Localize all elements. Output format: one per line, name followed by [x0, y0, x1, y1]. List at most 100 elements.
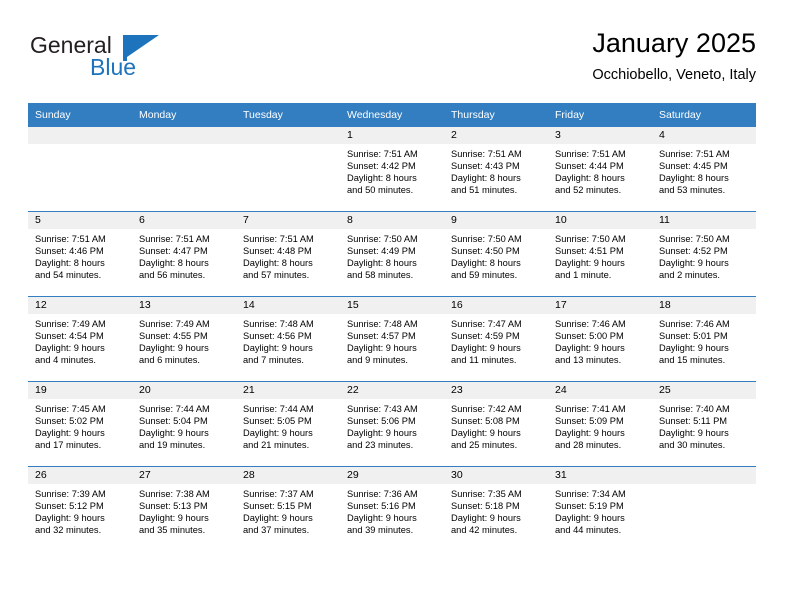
- day-cell-inner: 9 Sunrise: 7:50 AM Sunset: 4:50 PM Daylight…: [444, 212, 548, 296]
- sunrise-text: Sunrise: 7:44 AM: [139, 404, 210, 414]
- calendar-week-row: 5 Sunrise: 7:51 AM Sunset: 4:46 PM Daylight…: [28, 211, 756, 297]
- calendar-day-cell[interactable]: [652, 466, 756, 551]
- sunrise-text: Sunrise: 7:51 AM: [243, 234, 314, 244]
- day-cell-inner: 19 Sunrise: 7:45 AM Sunset: 5:02 PM Dayligh…: [28, 382, 132, 466]
- sunset-text: Sunset: 4:57 PM: [347, 331, 416, 342]
- daylight-text-line2: and 7 minutes.: [243, 355, 304, 366]
- calendar-day-cell[interactable]: [132, 126, 236, 212]
- calendar-page: General Blue January 2025 Occhiobello, V…: [0, 0, 792, 612]
- day-cell-inner: [132, 127, 236, 211]
- daylight-text-line2: and 50 minutes.: [347, 185, 414, 196]
- calendar-week-row: 19 Sunrise: 7:45 AM Sunset: 5:02 PM Dayligh…: [28, 381, 756, 467]
- calendar-day-cell[interactable]: 28 Sunrise: 7:37 AM Sunset: 5:15 PM Dayligh…: [236, 466, 340, 551]
- calendar-day-cell[interactable]: [28, 126, 132, 212]
- day-number: 26: [28, 467, 132, 484]
- sunset-text: Sunset: 5:01 PM: [659, 331, 728, 342]
- sunset-text: Sunset: 5:11 PM: [659, 416, 728, 427]
- day-cell-inner: 1 Sunrise: 7:51 AM Sunset: 4:42 PM Daylight…: [340, 127, 444, 211]
- calendar-day-cell[interactable]: 13 Sunrise: 7:49 AM Sunset: 4:55 PM Dayligh…: [132, 296, 236, 382]
- day-number: 4: [652, 127, 756, 144]
- calendar-day-cell[interactable]: 8 Sunrise: 7:50 AM Sunset: 4:49 PM Daylight…: [340, 211, 444, 297]
- calendar-day-cell[interactable]: 26 Sunrise: 7:39 AM Sunset: 5:12 PM Dayligh…: [28, 466, 132, 551]
- sunset-text: Sunset: 5:16 PM: [347, 501, 416, 512]
- calendar-day-cell[interactable]: 24 Sunrise: 7:41 AM Sunset: 5:09 PM Dayligh…: [548, 381, 652, 467]
- day-number: 3: [548, 127, 652, 144]
- daylight-text-line1: Daylight: 9 hours: [451, 513, 521, 524]
- day-number: 22: [340, 382, 444, 399]
- day-number: 7: [236, 212, 340, 229]
- day-details: Sunrise: 7:44 AM Sunset: 5:05 PM Daylight:…: [236, 399, 340, 451]
- sunrise-text: Sunrise: 7:38 AM: [139, 489, 210, 499]
- day-number: 14: [236, 297, 340, 314]
- day-details: Sunrise: 7:36 AM Sunset: 5:16 PM Daylight:…: [340, 484, 444, 536]
- sunset-text: Sunset: 5:09 PM: [555, 416, 624, 427]
- calendar-day-cell[interactable]: 15 Sunrise: 7:48 AM Sunset: 4:57 PM Dayligh…: [340, 296, 444, 382]
- day-number: 20: [132, 382, 236, 399]
- calendar-day-cell[interactable]: 16 Sunrise: 7:47 AM Sunset: 4:59 PM Dayligh…: [444, 296, 548, 382]
- calendar-day-cell[interactable]: 20 Sunrise: 7:44 AM Sunset: 5:04 PM Dayligh…: [132, 381, 236, 467]
- calendar-day-cell[interactable]: 23 Sunrise: 7:42 AM Sunset: 5:08 PM Dayligh…: [444, 381, 548, 467]
- calendar-day-cell[interactable]: 4 Sunrise: 7:51 AM Sunset: 4:45 PM Daylight…: [652, 126, 756, 212]
- day-details: Sunrise: 7:35 AM Sunset: 5:18 PM Daylight:…: [444, 484, 548, 536]
- calendar-day-cell[interactable]: 25 Sunrise: 7:40 AM Sunset: 5:11 PM Dayligh…: [652, 381, 756, 467]
- calendar-day-cell[interactable]: 10 Sunrise: 7:50 AM Sunset: 4:51 PM Dayligh…: [548, 211, 652, 297]
- day-details: Sunrise: 7:44 AM Sunset: 5:04 PM Daylight:…: [132, 399, 236, 451]
- day-details: Sunrise: 7:50 AM Sunset: 4:51 PM Daylight:…: [548, 229, 652, 281]
- calendar-day-cell[interactable]: 31 Sunrise: 7:34 AM Sunset: 5:19 PM Dayligh…: [548, 466, 652, 551]
- sunrise-text: Sunrise: 7:51 AM: [347, 149, 418, 159]
- sunset-text: Sunset: 4:59 PM: [451, 331, 520, 342]
- calendar-day-cell[interactable]: 6 Sunrise: 7:51 AM Sunset: 4:47 PM Daylight…: [132, 211, 236, 297]
- sunrise-text: Sunrise: 7:42 AM: [451, 404, 522, 414]
- day-cell-inner: 31 Sunrise: 7:34 AM Sunset: 5:19 PM Dayligh…: [548, 467, 652, 551]
- daylight-text-line2: and 54 minutes.: [35, 270, 102, 281]
- calendar-day-cell[interactable]: 11 Sunrise: 7:50 AM Sunset: 4:52 PM Dayligh…: [652, 211, 756, 297]
- daylight-text-line1: Daylight: 8 hours: [347, 173, 417, 184]
- calendar-day-cell[interactable]: 1 Sunrise: 7:51 AM Sunset: 4:42 PM Daylight…: [340, 126, 444, 212]
- day-cell-inner: 13 Sunrise: 7:49 AM Sunset: 4:55 PM Dayligh…: [132, 297, 236, 381]
- calendar-day-cell[interactable]: 29 Sunrise: 7:36 AM Sunset: 5:16 PM Dayligh…: [340, 466, 444, 551]
- day-details: Sunrise: 7:46 AM Sunset: 5:00 PM Daylight:…: [548, 314, 652, 366]
- daylight-text-line2: and 21 minutes.: [243, 440, 310, 451]
- calendar-day-cell[interactable]: 2 Sunrise: 7:51 AM Sunset: 4:43 PM Daylight…: [444, 126, 548, 212]
- day-cell-inner: 24 Sunrise: 7:41 AM Sunset: 5:09 PM Dayligh…: [548, 382, 652, 466]
- sunrise-text: Sunrise: 7:50 AM: [659, 234, 730, 244]
- daylight-text-line2: and 32 minutes.: [35, 525, 102, 536]
- daylight-text-line2: and 37 minutes.: [243, 525, 310, 536]
- calendar-day-cell[interactable]: 21 Sunrise: 7:44 AM Sunset: 5:05 PM Dayligh…: [236, 381, 340, 467]
- calendar-day-cell[interactable]: 7 Sunrise: 7:51 AM Sunset: 4:48 PM Daylight…: [236, 211, 340, 297]
- day-number: 31: [548, 467, 652, 484]
- daylight-text-line2: and 30 minutes.: [659, 440, 726, 451]
- day-details: Sunrise: 7:37 AM Sunset: 5:15 PM Daylight:…: [236, 484, 340, 536]
- sunrise-text: Sunrise: 7:34 AM: [555, 489, 626, 499]
- calendar-day-cell[interactable]: [236, 126, 340, 212]
- day-number: [652, 467, 756, 484]
- day-number: 11: [652, 212, 756, 229]
- calendar-day-cell[interactable]: 30 Sunrise: 7:35 AM Sunset: 5:18 PM Dayligh…: [444, 466, 548, 551]
- calendar-day-cell[interactable]: 14 Sunrise: 7:48 AM Sunset: 4:56 PM Dayligh…: [236, 296, 340, 382]
- calendar-day-cell[interactable]: 9 Sunrise: 7:50 AM Sunset: 4:50 PM Daylight…: [444, 211, 548, 297]
- general-blue-logo[interactable]: General Blue: [28, 32, 218, 94]
- day-cell-inner: 4 Sunrise: 7:51 AM Sunset: 4:45 PM Daylight…: [652, 127, 756, 211]
- day-details: Sunrise: 7:41 AM Sunset: 5:09 PM Daylight:…: [548, 399, 652, 451]
- day-cell-inner: 26 Sunrise: 7:39 AM Sunset: 5:12 PM Dayligh…: [28, 467, 132, 551]
- day-number: [28, 127, 132, 144]
- daylight-text-line2: and 13 minutes.: [555, 355, 622, 366]
- day-cell-inner: [652, 467, 756, 551]
- daylight-text-line1: Daylight: 9 hours: [35, 428, 105, 439]
- daylight-text-line2: and 1 minute.: [555, 270, 612, 281]
- sunset-text: Sunset: 4:50 PM: [451, 246, 520, 257]
- day-number: 27: [132, 467, 236, 484]
- calendar-day-cell[interactable]: 22 Sunrise: 7:43 AM Sunset: 5:06 PM Dayligh…: [340, 381, 444, 467]
- calendar-day-cell[interactable]: 5 Sunrise: 7:51 AM Sunset: 4:46 PM Daylight…: [28, 211, 132, 297]
- calendar-day-cell[interactable]: 19 Sunrise: 7:45 AM Sunset: 5:02 PM Dayligh…: [28, 381, 132, 467]
- day-details: Sunrise: 7:42 AM Sunset: 5:08 PM Daylight:…: [444, 399, 548, 451]
- sunrise-text: Sunrise: 7:51 AM: [659, 149, 730, 159]
- calendar-day-cell[interactable]: 27 Sunrise: 7:38 AM Sunset: 5:13 PM Dayligh…: [132, 466, 236, 551]
- calendar-day-cell[interactable]: 3 Sunrise: 7:51 AM Sunset: 4:44 PM Daylight…: [548, 126, 652, 212]
- day-cell-inner: [28, 127, 132, 211]
- calendar-day-cell[interactable]: 17 Sunrise: 7:46 AM Sunset: 5:00 PM Dayligh…: [548, 296, 652, 382]
- calendar-day-cell[interactable]: 12 Sunrise: 7:49 AM Sunset: 4:54 PM Dayligh…: [28, 296, 132, 382]
- sunrise-text: Sunrise: 7:46 AM: [555, 319, 626, 329]
- calendar-day-cell[interactable]: 18 Sunrise: 7:46 AM Sunset: 5:01 PM Dayligh…: [652, 296, 756, 382]
- day-details: Sunrise: 7:48 AM Sunset: 4:56 PM Daylight:…: [236, 314, 340, 366]
